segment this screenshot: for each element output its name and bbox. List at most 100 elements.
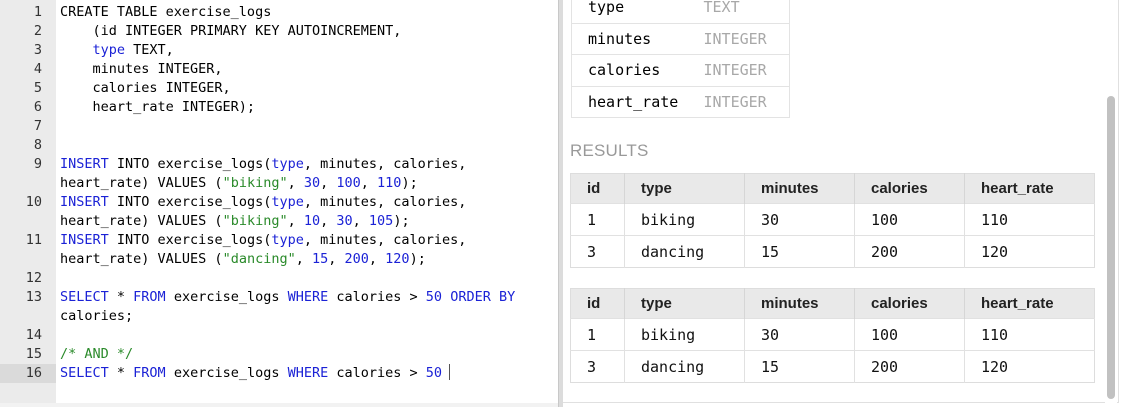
code-text[interactable]: (id INTEGER PRIMARY KEY AUTOINCREMENT, — [56, 22, 558, 41]
code-line[interactable]: 16 SELECT * FROM exercise_logs WHERE calo… — [0, 364, 558, 383]
result-table: id type minutes calories heart_rate 1 biking 3… — [570, 173, 1095, 268]
sql-text-token — [60, 42, 93, 58]
code-line[interactable]: 9 INSERT INTO exercise_logs(type, minutes… — [0, 155, 558, 174]
code-line[interactable]: 11 INSERT INTO exercise_logs(type, minute… — [0, 231, 558, 250]
code-line[interactable]: heart_rate) VALUES ("dancing", 15, 200, … — [0, 250, 558, 269]
sql-text-token: heart_rate) VALUES ( — [60, 213, 223, 229]
line-number — [0, 307, 56, 326]
code-text[interactable]: type TEXT, — [56, 41, 558, 60]
line-number: 15 — [25, 346, 42, 362]
line-number: 8 — [33, 137, 42, 153]
code-text[interactable]: minutes INTEGER, — [56, 60, 558, 79]
code-text[interactable] — [56, 117, 558, 136]
sql-comment-token: /* AND */ — [60, 346, 134, 362]
result-column-header: minutes — [744, 173, 855, 204]
code-text[interactable]: SELECT * FROM exercise_logs WHERE calori… — [56, 288, 558, 307]
sql-text-token: , — [352, 213, 369, 229]
code-text[interactable]: INSERT INTO exercise_logs(type, minutes,… — [56, 231, 558, 250]
line-number: 10 — [25, 194, 42, 210]
code-text[interactable] — [56, 269, 558, 288]
code-line[interactable]: 14 — [0, 326, 558, 345]
sql-keyword-token: ORDER BY — [450, 289, 516, 305]
line-number: 1 — [33, 4, 42, 20]
sql-keyword-token: 200 — [344, 251, 369, 267]
result-cell: 30 — [744, 318, 855, 351]
result-column-header: id — [570, 288, 625, 319]
text-cursor — [449, 364, 451, 380]
code-line[interactable]: 13 SELECT * FROM exercise_logs WHERE calo… — [0, 288, 558, 307]
sql-text-token: , — [287, 213, 304, 229]
sql-text-token: INTO exercise_logs( — [108, 232, 272, 248]
schema-row: heart_rate INTEGER — [571, 86, 790, 118]
output-scrollbar-thumb[interactable] — [1107, 96, 1115, 399]
code-text[interactable]: heart_rate) VALUES ("biking", 30, 100, 1… — [56, 174, 558, 193]
sql-keyword-token: 105 — [368, 213, 394, 229]
code-line[interactable]: calories; — [0, 307, 558, 326]
code-line[interactable]: 5 calories INTEGER, — [0, 79, 558, 98]
code-line[interactable]: 4 minutes INTEGER, — [0, 60, 558, 79]
sql-text-token: calories INTEGER, — [60, 80, 231, 96]
code-line[interactable]: 15 /* AND */ — [0, 345, 558, 364]
code-line[interactable]: 6 heart_rate INTEGER); — [0, 98, 558, 117]
sql-editor[interactable]: 1 CREATE TABLE exercise_logs 2 (id INTEGER… — [0, 0, 558, 407]
schema-column-type: TEXT — [687, 0, 790, 24]
code-line[interactable]: 8 — [0, 136, 558, 155]
code-text[interactable] — [56, 136, 558, 155]
sql-text-token: INTO exercise_logs( — [108, 194, 272, 210]
sql-text-token: * — [108, 365, 134, 381]
code-line[interactable]: 12 — [0, 269, 558, 288]
code-text[interactable]: heart_rate) VALUES ("dancing", 15, 200, … — [56, 250, 558, 269]
code-line[interactable]: 7 — [0, 117, 558, 136]
sql-text-token: , — [368, 251, 386, 267]
sql-text-token: CREATE TABLE exercise_logs — [60, 4, 272, 20]
result-cell: 120 — [964, 350, 1095, 383]
sql-text-token: ); — [409, 251, 426, 267]
code-text[interactable]: calories; — [56, 307, 558, 326]
sql-keyword-token: type — [271, 232, 304, 248]
schema-column-type: INTEGER — [687, 86, 790, 118]
result-cell: 15 — [744, 350, 855, 383]
code-text[interactable]: INSERT INTO exercise_logs(type, minutes,… — [56, 193, 558, 212]
result-cell: dancing — [624, 235, 745, 268]
sql-keyword-token: WHERE — [287, 365, 329, 381]
code-text[interactable]: heart_rate INTEGER); — [56, 98, 558, 117]
sql-text-token: heart_rate) VALUES ( — [60, 175, 223, 191]
code-line[interactable]: 3 type TEXT, — [0, 41, 558, 60]
code-text[interactable]: heart_rate) VALUES ("biking", 10, 30, 10… — [56, 212, 558, 231]
schema-column-name: minutes — [571, 23, 688, 55]
code-text[interactable]: INSERT INTO exercise_logs(type, minutes,… — [56, 155, 558, 174]
code-line[interactable]: 2 (id INTEGER PRIMARY KEY AUTOINCREMENT, — [0, 22, 558, 41]
code-line[interactable]: 1 CREATE TABLE exercise_logs — [0, 3, 558, 22]
sql-keyword-token: INSERT — [60, 194, 109, 210]
sql-text-token: , — [287, 175, 304, 191]
schema-column-name: heart_rate — [571, 86, 688, 118]
line-number: 6 — [33, 99, 42, 115]
line-number: 5 — [33, 80, 42, 96]
result-cell: dancing — [624, 350, 745, 383]
sql-text-token: , minutes, calories, — [303, 232, 467, 248]
result-cell: 1 — [570, 203, 625, 236]
result-cell: 100 — [854, 318, 965, 351]
result-cell: 15 — [744, 235, 855, 268]
code-line[interactable]: 10 INSERT INTO exercise_logs(type, minute… — [0, 193, 558, 212]
code-text[interactable]: /* AND */ — [56, 345, 558, 364]
sql-keyword-token: FROM — [133, 289, 166, 305]
result-cell: 30 — [744, 203, 855, 236]
sql-keyword-token: type — [92, 42, 126, 58]
code-text[interactable] — [56, 326, 558, 345]
editor-horizontal-scrollbar[interactable] — [0, 403, 558, 407]
code-lines[interactable]: 1 CREATE TABLE exercise_logs 2 (id INTEGER… — [0, 3, 558, 383]
sql-string-token: "biking" — [222, 213, 288, 229]
result-column-header: heart_rate — [964, 173, 1095, 204]
sql-string-token: "biking" — [222, 175, 288, 191]
schema-row: type TEXT — [571, 0, 790, 24]
code-line[interactable]: heart_rate) VALUES ("biking", 10, 30, 10… — [0, 212, 558, 231]
code-text[interactable]: CREATE TABLE exercise_logs — [56, 3, 558, 22]
line-number: 2 — [33, 23, 42, 39]
sql-text-token: heart_rate) VALUES ( — [60, 251, 223, 267]
sql-text-token: , minutes, calories, — [303, 156, 467, 172]
code-text[interactable]: SELECT * FROM exercise_logs WHERE calori… — [56, 364, 558, 383]
code-text[interactable]: calories INTEGER, — [56, 79, 558, 98]
code-line[interactable]: heart_rate) VALUES ("biking", 30, 100, 1… — [0, 174, 558, 193]
schema-column-name: type — [571, 0, 688, 24]
